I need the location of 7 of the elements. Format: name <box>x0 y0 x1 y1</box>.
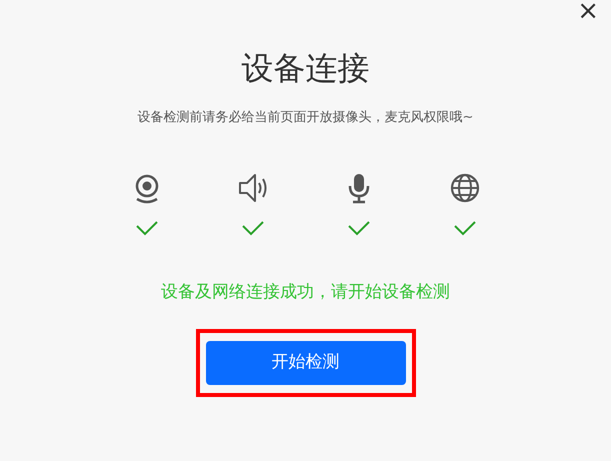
instruction-text: 设备检测前请务必给当前页面开放摄像头，麦克风权限哦~ <box>138 109 474 127</box>
start-button[interactable]: 开始检测 <box>206 341 406 385</box>
success-message: 设备及网络连接成功，请开始设备检测 <box>161 280 450 304</box>
globe-icon <box>448 172 480 204</box>
close-button[interactable]: × <box>573 0 603 26</box>
speaker-icon <box>236 172 268 204</box>
dialog-title: 设备连接 <box>242 48 370 89</box>
